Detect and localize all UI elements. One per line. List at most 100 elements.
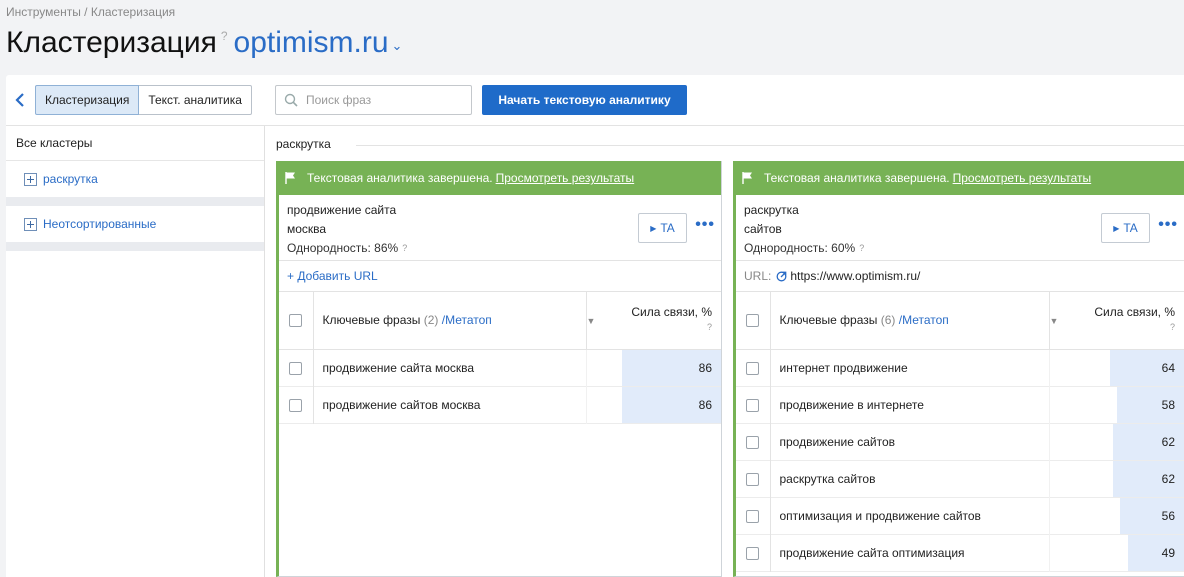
select-all-cell [736, 292, 771, 350]
table-row[interactable]: продвижение сайта москва 86 [279, 349, 721, 386]
tab-clustering[interactable]: Кластеризация [35, 85, 140, 115]
strength-header[interactable]: Сила связи, % ? [1069, 292, 1184, 350]
strength-bar [1127, 534, 1184, 571]
phrase-cell: оптимизация и продвижение сайтов [770, 497, 1050, 534]
strength-value: 58 [1161, 397, 1175, 412]
view-tabs: Кластеризация Текст. аналитика [35, 85, 252, 115]
toolbar: Кластеризация Текст. аналитика Начать те… [6, 75, 1184, 126]
sort-down-icon[interactable]: ▼ [1050, 316, 1059, 326]
strength-value: 62 [1161, 471, 1175, 486]
tab-text-analytics[interactable]: Текст. аналитика [139, 85, 252, 115]
sidebar-item-raskrutka[interactable]: раскрутка [6, 161, 264, 197]
search-box [275, 85, 472, 115]
start-text-analytics-button[interactable]: Начать текстовую аналитику [482, 85, 687, 115]
expand-icon[interactable] [24, 172, 37, 186]
main-panel: Кластеризация Текст. аналитика Начать те… [6, 75, 1184, 577]
strength-header[interactable]: Сила связи, % ? [606, 292, 721, 350]
row-check-cell [736, 497, 771, 534]
sidebar-all-clusters[interactable]: Все кластеры [6, 126, 264, 161]
play-icon: ▶ [1113, 224, 1120, 233]
phrase-cell: продвижение сайта оптимизация [770, 534, 1050, 571]
cluster-info: раскрутка сайтов Однородность: 60%? ▶ TA … [736, 195, 1184, 261]
strength-cell: 56 [1069, 497, 1184, 534]
help-icon[interactable]: ? [859, 243, 864, 253]
table-row[interactable]: оптимизация и продвижение сайтов 56 [736, 497, 1184, 534]
phrase-cell: продвижение сайтов москва [313, 386, 587, 423]
help-icon[interactable]: ? [606, 320, 712, 335]
row-checkbox[interactable] [746, 435, 760, 449]
sidebar: Все кластеры раскрутка Неотсортированные [6, 126, 265, 577]
search-input[interactable] [306, 93, 466, 107]
cluster-card: Текстовая аналитика завершена. Просмотре… [276, 161, 722, 577]
table-row[interactable]: продвижение сайтов 62 [736, 423, 1184, 460]
metatop-link[interactable]: /Метатоп [442, 313, 492, 327]
phrase-cell: продвижение в интернете [770, 386, 1050, 423]
add-url-link[interactable]: + Добавить URL [287, 269, 378, 283]
cluster-info: продвижение сайта москва Однородность: 8… [279, 195, 721, 261]
ta-label: TA [1123, 221, 1138, 235]
phrase-cell: продвижение сайтов [770, 423, 1050, 460]
select-all-cell [279, 292, 314, 350]
phrases-table: Ключевые фразы (6) /Метатоп ▼ Сила связи… [736, 292, 1184, 572]
strength-cell: 62 [1069, 460, 1184, 497]
table-row[interactable]: продвижение сайтов москва 86 [279, 386, 721, 423]
help-icon[interactable]: ? [221, 29, 228, 43]
strength-value: 49 [1161, 545, 1175, 560]
table-row[interactable]: продвижение сайта оптимизация 49 [736, 534, 1184, 571]
phrases-table: Ключевые фразы (2) /Метатоп ▼ Сила связи… [279, 292, 721, 424]
chevron-left-icon[interactable] [12, 90, 28, 110]
url-row: URL: https://www.optimism.ru/ [736, 261, 1184, 292]
table-row[interactable]: продвижение в интернете 58 [736, 386, 1184, 423]
sort-down-icon[interactable]: ▼ [587, 316, 596, 326]
row-checkbox[interactable] [289, 361, 303, 375]
view-results-link[interactable]: Просмотреть результаты [953, 171, 1092, 185]
row-check-cell [736, 460, 771, 497]
metatop-link[interactable]: /Метатоп [899, 313, 949, 327]
phrases-header: Ключевые фразы (2) /Метатоп [313, 292, 587, 350]
row-checkbox[interactable] [289, 398, 303, 412]
expand-icon[interactable] [24, 217, 37, 231]
banner-text: Текстовая аналитика завершена. [307, 171, 493, 185]
phrases-header-label: Ключевые фразы [779, 313, 878, 328]
more-icon[interactable]: ••• [695, 217, 715, 233]
sidebar-item-label: раскрутка [43, 172, 98, 186]
chevron-down-icon[interactable]: ⌄ [392, 38, 403, 54]
table-row[interactable]: раскрутка сайтов 62 [736, 460, 1184, 497]
sidebar-item-unsorted[interactable]: Неотсортированные [6, 206, 264, 242]
phrase-cell: раскрутка сайтов [770, 460, 1050, 497]
breadcrumb[interactable]: Инструменты / Кластеризация [6, 5, 175, 19]
strength-value: 56 [1161, 508, 1175, 523]
more-icon[interactable]: ••• [1158, 217, 1178, 233]
ta-button[interactable]: ▶ TA [638, 213, 687, 243]
ta-button[interactable]: ▶ TA [1101, 213, 1150, 243]
domain-selector[interactable]: optimism.ru [234, 24, 389, 62]
help-icon[interactable]: ? [1069, 320, 1175, 335]
row-checkbox[interactable] [746, 398, 760, 412]
row-checkbox[interactable] [746, 472, 760, 486]
phrase-cell: продвижение сайта москва [313, 349, 587, 386]
row-checkbox[interactable] [746, 361, 760, 375]
spacer-cell [1049, 534, 1069, 571]
url-label: URL: [744, 269, 772, 283]
cluster-card: Текстовая аналитика завершена. Просмотре… [733, 161, 1184, 577]
spacer-cell [586, 386, 606, 423]
phrases-header: Ключевые фразы (6) /Метатоп [770, 292, 1050, 350]
row-check-cell [279, 386, 314, 423]
row-checkbox[interactable] [746, 546, 760, 560]
strength-value: 64 [1161, 360, 1175, 375]
strength-value: 86 [698, 397, 712, 412]
spacer-cell [586, 349, 606, 386]
view-results-link[interactable]: Просмотреть результаты [496, 171, 635, 185]
phrase-count: (6) [880, 313, 896, 328]
play-icon: ▶ [650, 224, 657, 233]
select-all-checkbox[interactable] [289, 314, 303, 328]
url-value[interactable]: https://www.optimism.ru/ [790, 269, 920, 283]
external-link-icon[interactable] [776, 271, 787, 282]
divider [356, 145, 1184, 146]
row-checkbox[interactable] [746, 509, 760, 523]
table-row[interactable]: интернет продвижение 64 [736, 349, 1184, 386]
strength-header-label: Сила связи, % [631, 305, 712, 320]
help-icon[interactable]: ? [402, 243, 407, 253]
sidebar-item-label: Неотсортированные [43, 217, 157, 231]
select-all-checkbox[interactable] [746, 314, 760, 328]
